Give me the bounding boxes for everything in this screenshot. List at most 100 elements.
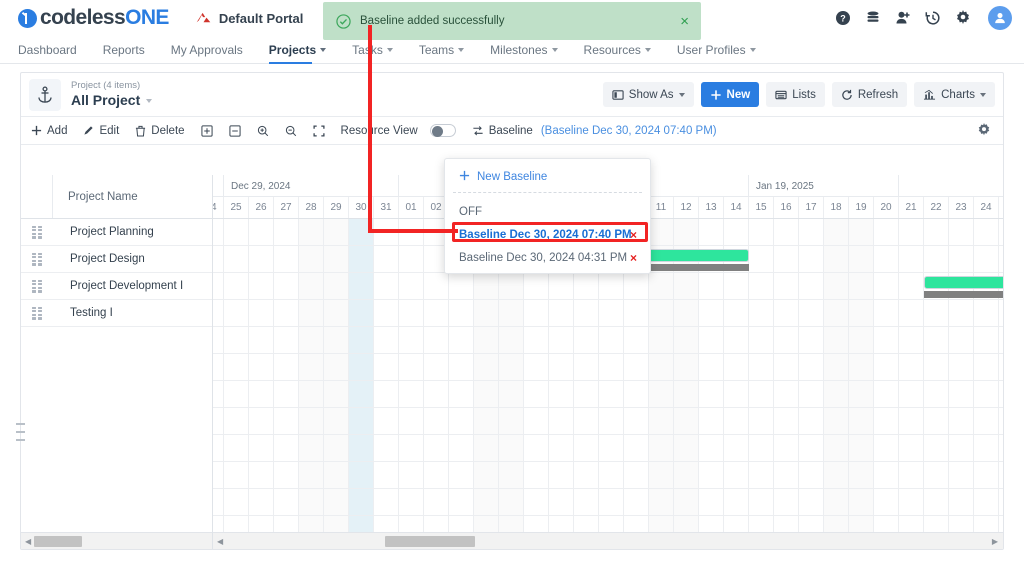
- page-title-text: All Project: [71, 92, 141, 108]
- timeline-day-label: 01: [399, 197, 424, 218]
- nav-item-dashboard[interactable]: Dashboard: [18, 36, 77, 64]
- plus-icon: [459, 170, 470, 184]
- timeline-day-label: 24: [974, 197, 999, 218]
- timeline-day-label: 16: [774, 197, 799, 218]
- toast-close-icon[interactable]: ×: [680, 14, 689, 29]
- add-button-label: Add: [47, 124, 68, 137]
- gantt-row-list: Project Planning Project Design Project De…: [21, 219, 212, 327]
- baseline-dropdown-menu: New Baseline OFF Baseline Dec 30, 2024 0…: [444, 158, 651, 274]
- timeline-scroll-right-icon[interactable]: ▶: [992, 537, 998, 546]
- chart-icon: [923, 89, 936, 101]
- chevron-down-icon: [678, 92, 685, 97]
- table-row[interactable]: Project Development I: [21, 273, 212, 300]
- timeline-day-label: 15: [749, 197, 774, 218]
- baseline-button[interactable]: Baseline: [472, 125, 533, 137]
- add-user-icon[interactable]: [895, 10, 911, 26]
- list-icon: [775, 89, 787, 101]
- table-row[interactable]: Project Planning: [21, 219, 212, 246]
- timeline-day-label: 14: [724, 197, 749, 218]
- row-project-name: Project Planning: [70, 226, 154, 238]
- refresh-button[interactable]: Refresh: [831, 82, 908, 107]
- timeline-scroll-thumb[interactable]: [385, 536, 475, 547]
- drag-handle-icon[interactable]: [32, 252, 42, 266]
- drag-handle-icon[interactable]: [32, 306, 42, 320]
- timeline-day-label: 29: [324, 197, 349, 218]
- brand-logo[interactable]: codeless ONE: [18, 6, 169, 30]
- zoom-out-button[interactable]: [285, 125, 297, 137]
- success-check-icon: [336, 13, 351, 29]
- portal-selector[interactable]: Default Portal: [195, 11, 303, 26]
- timeline-grid-row-empty: [213, 489, 1003, 516]
- drag-handle-icon[interactable]: [32, 279, 42, 293]
- chevron-down-icon: [458, 47, 465, 52]
- drag-handle-icon[interactable]: [32, 225, 42, 239]
- table-row[interactable]: Project Design: [21, 246, 212, 273]
- baseline-option-off[interactable]: OFF: [445, 200, 650, 223]
- nav-item-reports[interactable]: Reports: [103, 36, 145, 64]
- zoom-in-button[interactable]: [257, 125, 269, 137]
- zoom-out-icon: [285, 125, 297, 137]
- row-project-name: Testing I: [70, 307, 113, 319]
- timeline-week-label: [213, 175, 224, 197]
- left-scroll-thumb[interactable]: [34, 536, 82, 547]
- collapse-all-button[interactable]: [228, 124, 241, 137]
- edit-button-label: Edit: [99, 124, 120, 137]
- expand-all-icon: [200, 124, 213, 137]
- nav-item-my-approvals[interactable]: My Approvals: [171, 36, 243, 64]
- column-header-project-name: Project Name: [68, 190, 138, 203]
- top-bar-icons: ?: [835, 0, 1012, 36]
- timeline-day-label: 23: [949, 197, 974, 218]
- help-icon[interactable]: ?: [835, 10, 851, 26]
- toolbar-settings-gear-icon[interactable]: [977, 123, 991, 142]
- remove-baseline-icon[interactable]: ×: [630, 251, 637, 265]
- trash-icon: [135, 125, 146, 137]
- timeline-scroll-left-icon[interactable]: ◀: [217, 537, 223, 546]
- timeline-day-label: 17: [799, 197, 824, 218]
- user-avatar[interactable]: [988, 6, 1012, 30]
- chevron-down-icon: [980, 92, 986, 97]
- new-baseline-menu-item[interactable]: New Baseline: [445, 164, 650, 192]
- nav-item-projects[interactable]: Projects: [268, 36, 327, 64]
- baseline-option-1[interactable]: Baseline Dec 30, 2024 04:31 PM ×: [445, 246, 650, 269]
- card-header: Project (4 items) All Project Show As New…: [21, 73, 1003, 116]
- project-subtitle: Project (4 items): [71, 80, 141, 91]
- history-icon[interactable]: [925, 10, 941, 26]
- button-label: Lists: [792, 88, 816, 101]
- current-baseline-link[interactable]: (Baseline Dec 30, 2024 07:40 PM): [541, 125, 717, 137]
- new-button[interactable]: New: [700, 82, 760, 107]
- nav-item-label: My Approvals: [170, 42, 243, 57]
- fullscreen-button[interactable]: [313, 124, 325, 137]
- scroll-left-icon[interactable]: ◀: [25, 537, 31, 546]
- lists-button[interactable]: Lists: [766, 82, 825, 107]
- timeline-day-label: 22: [924, 197, 949, 218]
- timeline-scrollbar[interactable]: ◀ ▶: [213, 532, 1003, 549]
- expand-all-button[interactable]: [200, 124, 213, 137]
- timeline-grid-row-empty: [213, 408, 1003, 435]
- chevron-down-icon: [551, 47, 558, 52]
- row-project-name: Project Development I: [70, 280, 184, 292]
- gantt-task-bar[interactable]: [924, 276, 1003, 289]
- delete-button[interactable]: Delete: [135, 124, 185, 137]
- row-project-name: Project Design: [70, 253, 145, 265]
- edit-button[interactable]: Edit: [83, 125, 119, 137]
- timeline-grid-row-empty: [213, 381, 1003, 408]
- gear-icon[interactable]: [955, 10, 971, 26]
- nav-item-label: Reports: [102, 42, 145, 57]
- table-row[interactable]: Testing I: [21, 300, 212, 327]
- charts-button[interactable]: Charts: [914, 82, 995, 107]
- show-as-button[interactable]: Show As: [602, 82, 694, 107]
- gantt-toolbar: Add Edit Delete Resource View Baseline (…: [21, 116, 1003, 145]
- database-icon[interactable]: [865, 10, 881, 26]
- chevron-down-icon: [749, 47, 756, 52]
- timeline-day-label: 26: [249, 197, 274, 218]
- annotation-line-horizontal: [368, 229, 458, 233]
- delete-button-label: Delete: [151, 124, 185, 137]
- button-label: Refresh: [857, 88, 899, 101]
- application-window: codelessONE Default Portal All C ?: [0, 0, 1024, 576]
- pane-resize-handle[interactable]: [16, 423, 25, 445]
- add-button[interactable]: Add: [31, 125, 67, 137]
- page-title[interactable]: All Project: [71, 92, 153, 109]
- resource-view-toggle[interactable]: [429, 124, 456, 137]
- left-pane-scrollbar[interactable]: ◀: [21, 532, 212, 549]
- brand-name-part1: codeless: [40, 6, 126, 29]
